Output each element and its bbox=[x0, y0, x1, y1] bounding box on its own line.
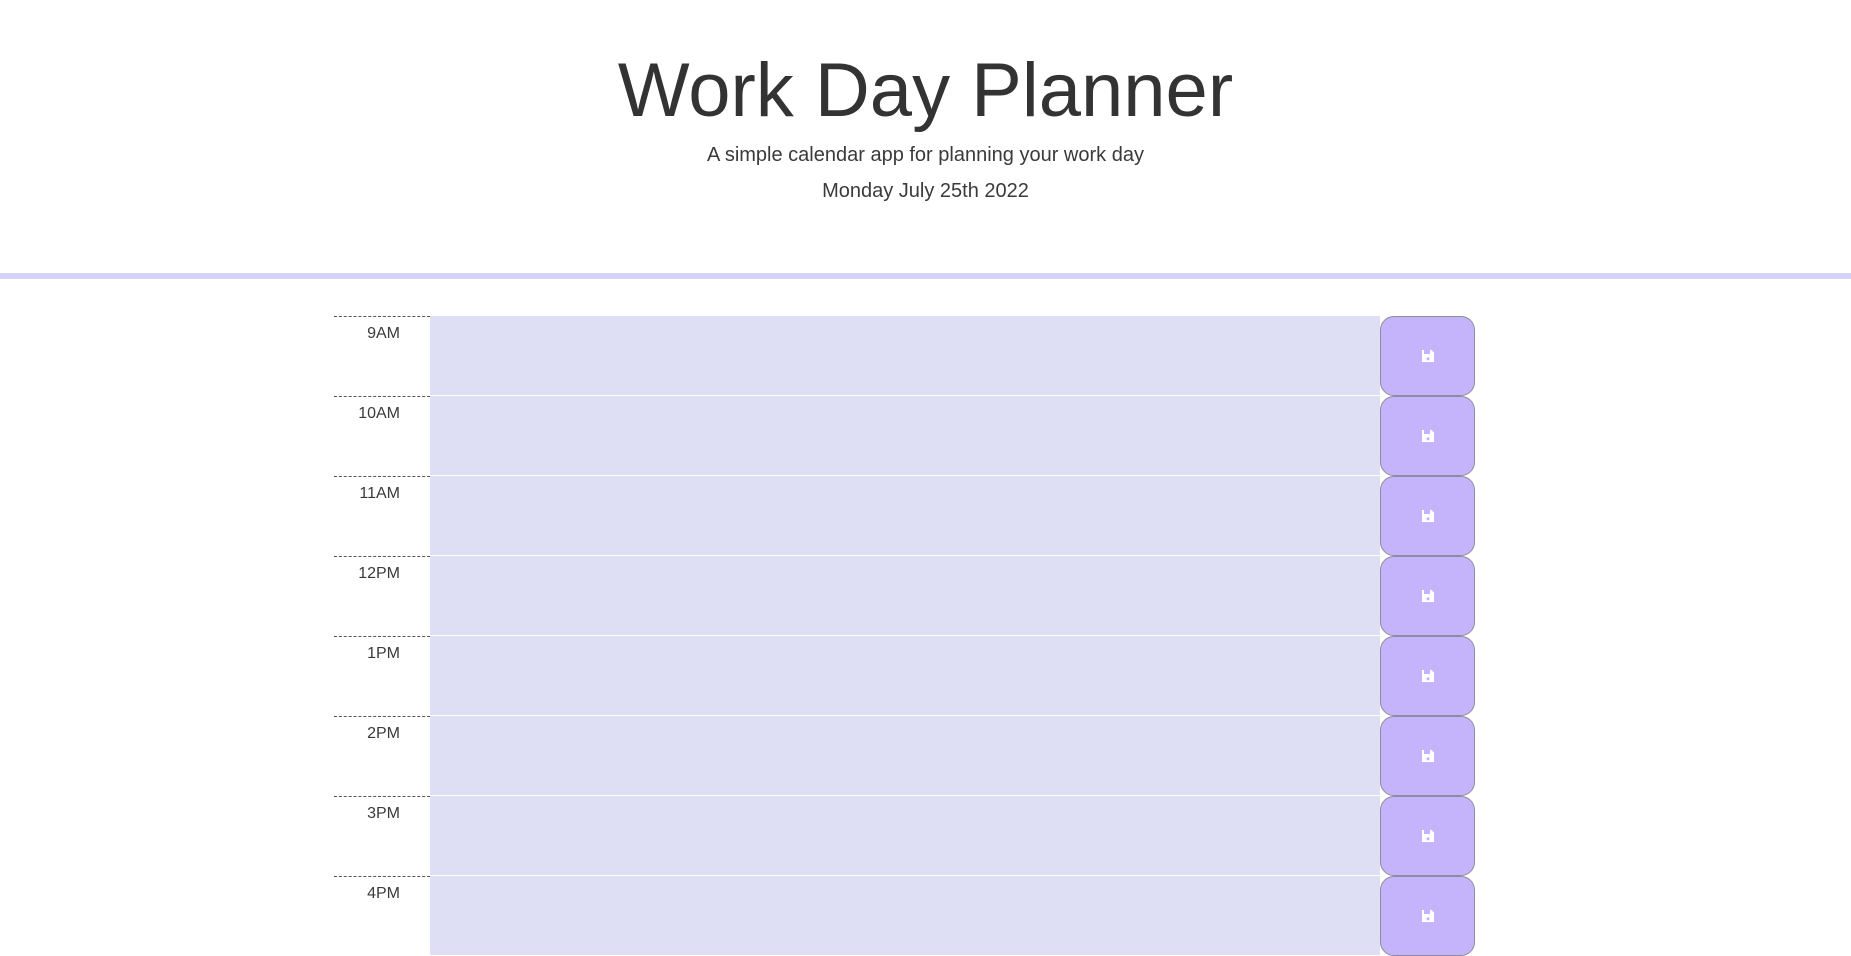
hour-label: 3PM bbox=[334, 796, 430, 876]
hour-label: 9AM bbox=[334, 316, 430, 396]
floppy-disk-icon bbox=[1421, 910, 1434, 922]
timeblock-description[interactable] bbox=[430, 556, 1380, 636]
save-button[interactable] bbox=[1380, 876, 1475, 956]
save-button[interactable] bbox=[1380, 316, 1475, 396]
timeblock-row-12pm: 12PM bbox=[334, 556, 1475, 636]
timeblock-description[interactable] bbox=[430, 796, 1380, 876]
save-button[interactable] bbox=[1380, 556, 1475, 636]
save-button[interactable] bbox=[1380, 476, 1475, 556]
hour-label: 2PM bbox=[334, 716, 430, 796]
save-button[interactable] bbox=[1380, 796, 1475, 876]
timeblock-row-11am: 11AM bbox=[334, 476, 1475, 556]
timeblock-row-1pm: 1PM bbox=[334, 636, 1475, 716]
hour-label: 10AM bbox=[334, 396, 430, 476]
timeblock-description[interactable] bbox=[430, 316, 1380, 396]
page-header: Work Day Planner A simple calendar app f… bbox=[0, 0, 1851, 279]
floppy-disk-icon bbox=[1421, 350, 1434, 362]
floppy-disk-icon bbox=[1421, 430, 1434, 442]
floppy-disk-icon bbox=[1421, 830, 1434, 842]
page-title: Work Day Planner bbox=[617, 48, 1234, 133]
page-subtitle: A simple calendar app for planning your … bbox=[707, 144, 1144, 166]
timeblock-row-9am: 9AM bbox=[334, 316, 1475, 396]
timeblock-row-3pm: 3PM bbox=[334, 796, 1475, 876]
save-button[interactable] bbox=[1380, 716, 1475, 796]
timeblock-description[interactable] bbox=[430, 716, 1380, 796]
timeblock-row-10am: 10AM bbox=[334, 396, 1475, 476]
floppy-disk-icon bbox=[1421, 750, 1434, 762]
floppy-disk-icon bbox=[1421, 590, 1434, 602]
timeblock-description[interactable] bbox=[430, 636, 1380, 716]
timeblock-row-2pm: 2PM bbox=[334, 716, 1475, 796]
floppy-disk-icon bbox=[1421, 510, 1434, 522]
hour-label: 11AM bbox=[334, 476, 430, 556]
hour-label: 1PM bbox=[334, 636, 430, 716]
floppy-disk-icon bbox=[1421, 670, 1434, 682]
save-button[interactable] bbox=[1380, 636, 1475, 716]
timeblock-description[interactable] bbox=[430, 476, 1380, 556]
current-day: Monday July 25th 2022 bbox=[822, 180, 1029, 202]
timeblock-row-4pm: 4PM bbox=[334, 876, 1475, 956]
save-button[interactable] bbox=[1380, 396, 1475, 476]
timeblock-description[interactable] bbox=[430, 876, 1380, 956]
timeblock-container: 9AM 10AM 11AM 12PM 1PM 2PM 3PM 4PM bbox=[334, 316, 1475, 956]
hour-label: 12PM bbox=[334, 556, 430, 636]
hour-label: 4PM bbox=[334, 876, 430, 956]
timeblock-description[interactable] bbox=[430, 396, 1380, 476]
